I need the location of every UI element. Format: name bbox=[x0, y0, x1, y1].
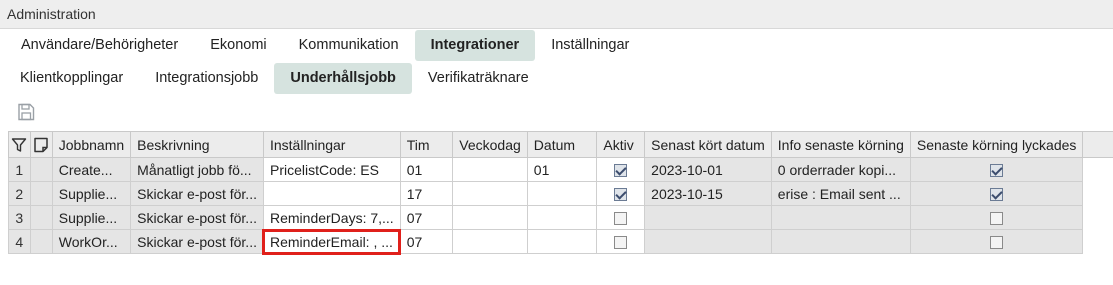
table-row[interactable]: 1 Create... Månatligt jobb fö... Priceli… bbox=[8, 157, 1113, 182]
cell-info-senaste-korning[interactable] bbox=[770, 229, 911, 254]
cell-senaste-korning-lyckades[interactable] bbox=[909, 205, 1084, 230]
row-number: 1 bbox=[8, 157, 31, 182]
toolbar bbox=[0, 95, 1113, 129]
row-filler bbox=[1083, 182, 1113, 206]
tab-klientkopplingar[interactable]: Klientkopplingar bbox=[4, 63, 139, 94]
maintenance-jobs-grid: Jobbnamn Beskrivning Inställningar Tim V… bbox=[8, 131, 1113, 255]
window-title: Administration bbox=[0, 0, 1113, 29]
table-row[interactable]: 2 Supplie... Skickar e-post för... 17 20… bbox=[8, 181, 1113, 206]
row-selector[interactable] bbox=[29, 229, 53, 254]
column-header-veckodag[interactable]: Veckodag bbox=[452, 131, 528, 158]
grid-header-row: Jobbnamn Beskrivning Inställningar Tim V… bbox=[8, 131, 1113, 158]
cell-aktiv[interactable] bbox=[596, 157, 646, 182]
aktiv-checkbox[interactable] bbox=[614, 188, 628, 202]
cell-senaste-korning-lyckades[interactable] bbox=[909, 229, 1084, 254]
column-header-tim[interactable]: Tim bbox=[399, 131, 454, 158]
row-number: 4 bbox=[8, 229, 31, 254]
cell-jobbnamn[interactable]: Create... bbox=[51, 157, 132, 182]
success-checkbox bbox=[990, 164, 1004, 178]
cell-info-senaste-korning[interactable]: erise : Email sent ... bbox=[770, 181, 911, 206]
cell-tim[interactable]: 17 bbox=[399, 181, 454, 206]
row-number: 2 bbox=[8, 181, 31, 206]
filter-icon[interactable] bbox=[11, 137, 27, 153]
cell-senaste-korning-lyckades[interactable] bbox=[909, 157, 1084, 182]
column-header-jobbnamn[interactable]: Jobbnamn bbox=[51, 131, 132, 158]
column-header-senaste-korning-lyckades[interactable]: Senaste körning lyckades bbox=[909, 131, 1084, 158]
cell-veckodag[interactable] bbox=[452, 229, 528, 254]
cell-veckodag[interactable] bbox=[452, 181, 528, 206]
success-checkbox bbox=[990, 188, 1004, 202]
cell-datum[interactable] bbox=[526, 205, 598, 230]
row-filler bbox=[1083, 158, 1113, 182]
cell-beskrivning[interactable]: Skickar e-post för... bbox=[130, 181, 264, 206]
cell-veckodag[interactable] bbox=[452, 157, 528, 182]
cell-beskrivning[interactable]: Skickar e-post för... bbox=[130, 229, 264, 254]
note-column-header[interactable] bbox=[29, 131, 53, 158]
cell-beskrivning[interactable]: Månatligt jobb fö... bbox=[130, 157, 264, 182]
success-checkbox bbox=[990, 236, 1004, 250]
secondary-tabs: Klientkopplingar Integrationsjobb Underh… bbox=[0, 62, 1113, 95]
cell-senast-kort-datum[interactable] bbox=[644, 205, 772, 230]
tab-ekonomi[interactable]: Ekonomi bbox=[194, 30, 282, 61]
cell-tim[interactable]: 07 bbox=[399, 205, 454, 230]
cell-senast-kort-datum[interactable]: 2023-10-01 bbox=[644, 157, 772, 182]
row-selector[interactable] bbox=[29, 205, 53, 230]
tab-anvandare-behorigheter[interactable]: Användare/Behörigheter bbox=[5, 30, 194, 61]
cell-senast-kort-datum[interactable]: 2023-10-15 bbox=[644, 181, 772, 206]
column-header-installningar[interactable]: Inställningar bbox=[262, 131, 401, 158]
cell-senast-kort-datum[interactable] bbox=[644, 229, 772, 254]
cell-info-senaste-korning[interactable]: 0 orderrader kopi... bbox=[770, 157, 911, 182]
column-header-filler bbox=[1082, 131, 1113, 158]
cell-datum[interactable] bbox=[526, 181, 598, 206]
cell-installningar[interactable]: PricelistCode: ES bbox=[262, 157, 401, 182]
note-icon[interactable] bbox=[33, 137, 49, 153]
cell-aktiv[interactable] bbox=[596, 229, 646, 254]
cell-jobbnamn[interactable]: Supplie... bbox=[51, 205, 132, 230]
cell-senaste-korning-lyckades[interactable] bbox=[909, 181, 1084, 206]
tab-integrationsjobb[interactable]: Integrationsjobb bbox=[139, 63, 274, 94]
tab-integrationer[interactable]: Integrationer bbox=[414, 30, 536, 61]
cell-tim[interactable]: 01 bbox=[399, 157, 454, 182]
aktiv-checkbox[interactable] bbox=[614, 164, 628, 178]
row-selector[interactable] bbox=[29, 157, 53, 182]
tab-kommunikation[interactable]: Kommunikation bbox=[283, 30, 415, 61]
success-checkbox bbox=[990, 212, 1004, 226]
filter-column-header[interactable] bbox=[8, 131, 31, 158]
cell-aktiv[interactable] bbox=[596, 181, 646, 206]
column-header-beskrivning[interactable]: Beskrivning bbox=[130, 131, 264, 158]
aktiv-checkbox[interactable] bbox=[614, 236, 628, 250]
cell-beskrivning[interactable]: Skickar e-post för... bbox=[130, 205, 264, 230]
column-header-aktiv[interactable]: Aktiv bbox=[596, 131, 646, 158]
cell-tim[interactable]: 07 bbox=[399, 229, 454, 254]
save-icon[interactable] bbox=[16, 102, 36, 122]
cell-installningar[interactable] bbox=[262, 181, 401, 206]
cell-aktiv[interactable] bbox=[596, 205, 646, 230]
table-row[interactable]: 3 Supplie... Skickar e-post för... Remin… bbox=[8, 205, 1113, 230]
aktiv-checkbox[interactable] bbox=[614, 212, 628, 226]
tab-underhallsjobb[interactable]: Underhållsjobb bbox=[274, 63, 412, 94]
cell-veckodag[interactable] bbox=[452, 205, 528, 230]
column-header-datum[interactable]: Datum bbox=[526, 131, 598, 158]
cell-jobbnamn[interactable]: WorkOr... bbox=[51, 229, 132, 254]
cell-datum[interactable] bbox=[526, 229, 598, 254]
primary-tabs: Användare/Behörigheter Ekonomi Kommunika… bbox=[0, 29, 1113, 62]
cell-datum[interactable]: 01 bbox=[526, 157, 598, 182]
column-header-info-senaste-korning[interactable]: Info senaste körning bbox=[770, 131, 911, 158]
tab-verifikataknare[interactable]: Verifikaträknare bbox=[412, 63, 545, 94]
row-filler bbox=[1083, 206, 1113, 230]
cell-jobbnamn[interactable]: Supplie... bbox=[51, 181, 132, 206]
table-row[interactable]: 4 WorkOr... Skickar e-post för... Remind… bbox=[8, 228, 1113, 255]
cell-info-senaste-korning[interactable] bbox=[770, 205, 911, 230]
cell-installningar[interactable]: ReminderDays: 7,... bbox=[262, 205, 401, 230]
row-selector[interactable] bbox=[29, 181, 53, 206]
tab-installningar[interactable]: Inställningar bbox=[535, 30, 645, 61]
row-number: 3 bbox=[8, 205, 31, 230]
cell-installningar-highlighted[interactable]: ReminderEmail: , ... bbox=[262, 228, 402, 255]
row-filler bbox=[1083, 230, 1113, 254]
column-header-senast-kort-datum[interactable]: Senast kört datum bbox=[644, 131, 772, 158]
